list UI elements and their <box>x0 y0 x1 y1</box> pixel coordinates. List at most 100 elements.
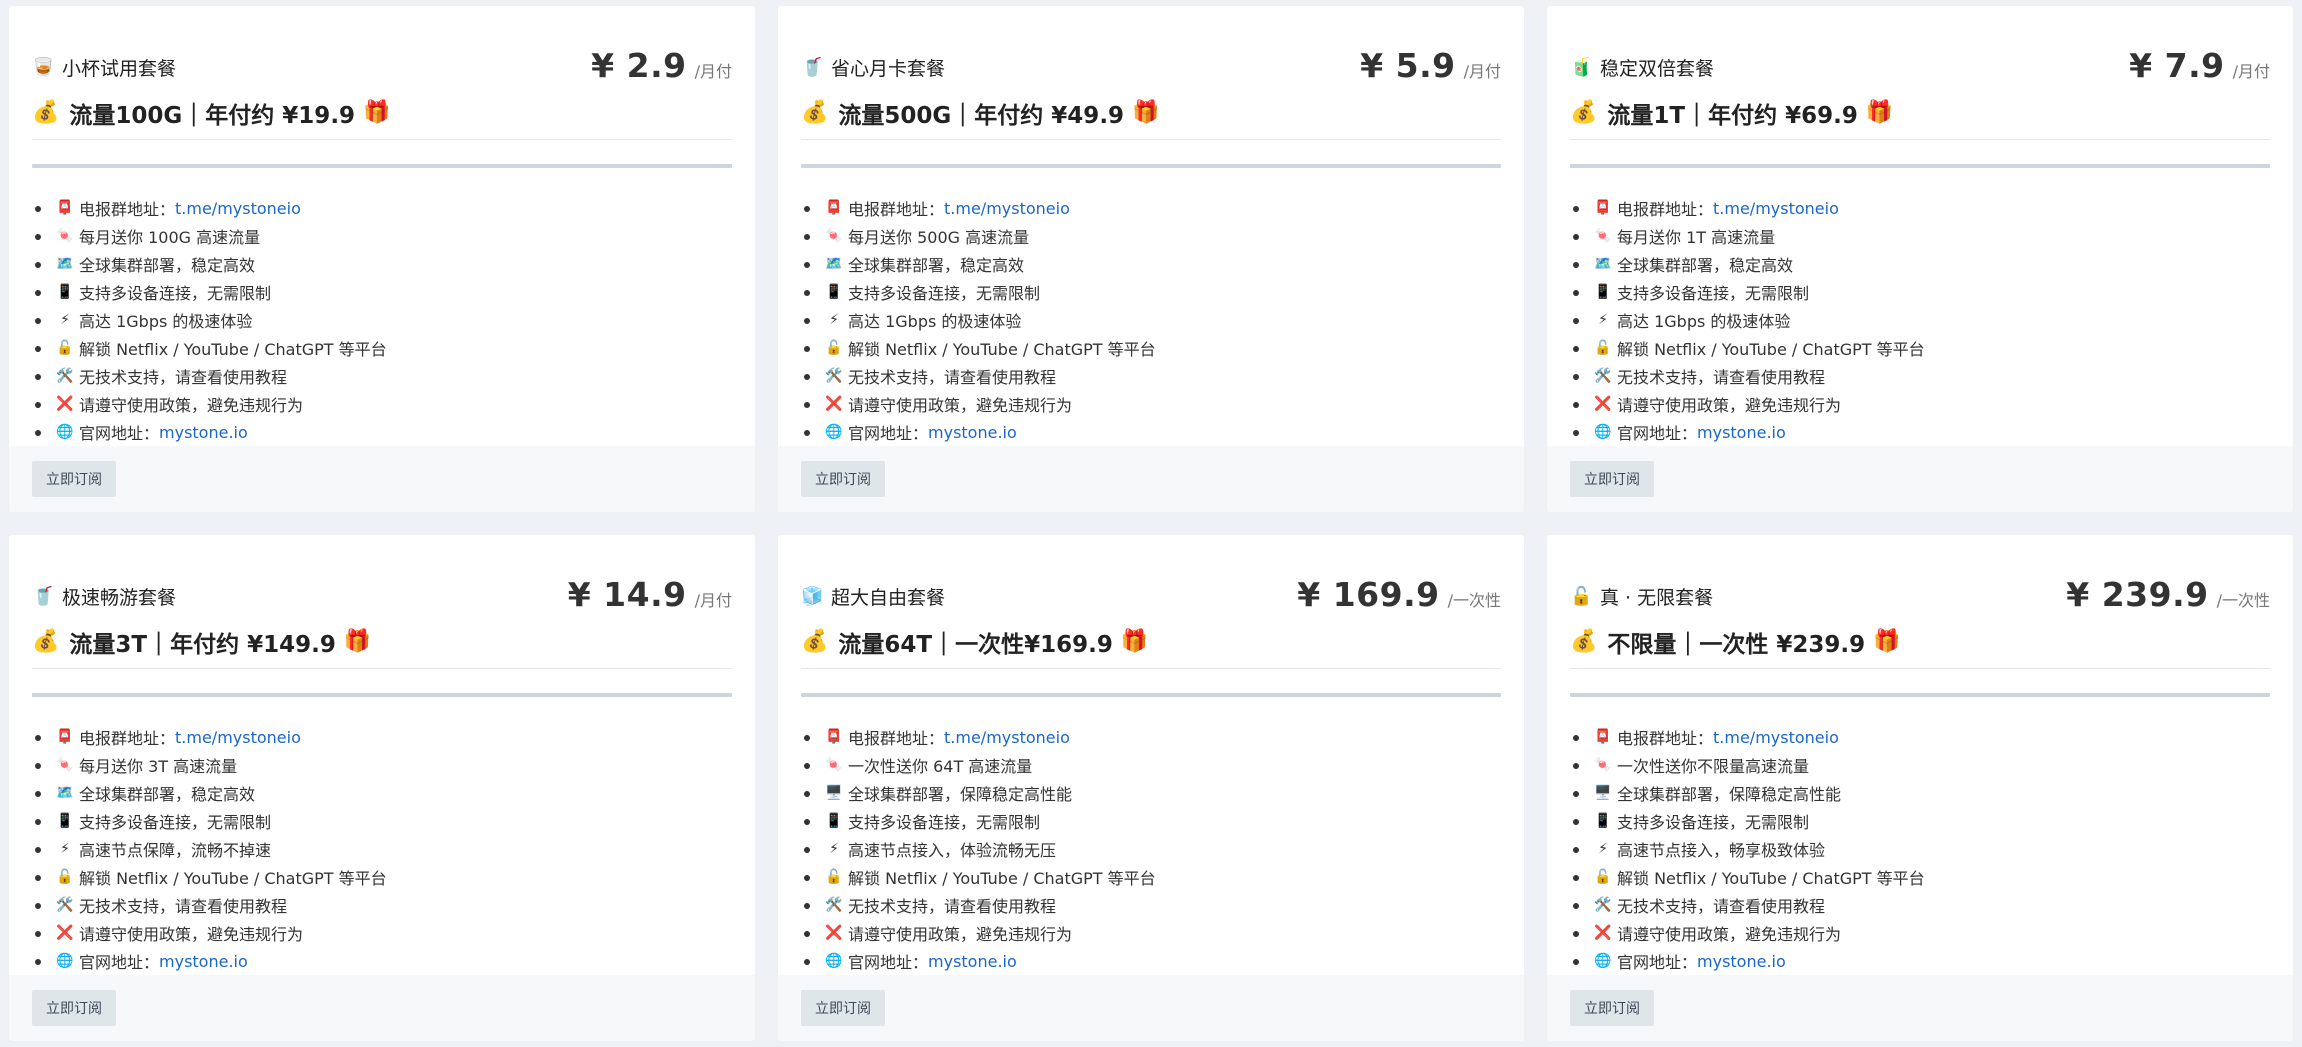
feature-item: 📱 支持多设备连接，无需限制 <box>804 278 1501 306</box>
pin-icon: 📮 <box>825 200 843 216</box>
cross-icon: ❌ <box>56 925 74 941</box>
feature-label: 请遵守使用政策，避免违规行为 <box>1617 396 1842 415</box>
feature-label: 支持多设备连接，无需限制 <box>79 813 272 832</box>
plan-footer: 立即订阅 <box>9 975 755 1041</box>
plan-price-group: ¥ 14.9 /月付 <box>568 575 732 614</box>
feature-label: 高达 1Gbps 的极速体验 <box>79 312 253 331</box>
feature-item: 📮 电报群地址： t.me/mystoneio <box>804 723 1501 751</box>
feature-label: 官网地址： <box>1617 424 1698 443</box>
feature-label: 解锁 Netflix / YouTube / ChatGPT 等平台 <box>1617 340 1925 359</box>
subscribe-button[interactable]: 立即订阅 <box>801 461 885 497</box>
plan-icon: 🥤 <box>801 56 824 78</box>
feature-link[interactable]: t.me/mystoneio <box>175 728 301 747</box>
feature-label: 每月送你 3T 高速流量 <box>79 757 238 776</box>
unlock-icon: 🔓 <box>56 340 74 356</box>
subscribe-button[interactable]: 立即订阅 <box>1570 461 1654 497</box>
feature-label: 每月送你 100G 高速流量 <box>79 228 261 247</box>
candy-icon: 🍬 <box>825 757 843 773</box>
feature-link[interactable]: t.me/mystoneio <box>944 728 1070 747</box>
feature-item: ❌ 请遵守使用政策，避免违规行为 <box>1573 390 2270 418</box>
feature-label: 请遵守使用政策，避免违规行为 <box>1617 925 1842 944</box>
plan-header: 🥤 省心月卡套餐 ¥ 5.9 /月付 <box>801 30 1501 85</box>
candy-icon: 🍬 <box>1594 757 1612 773</box>
globe-icon: 🌐 <box>825 953 843 969</box>
bolt-icon: ⚡ <box>829 841 839 857</box>
tools-icon: 🛠️ <box>56 368 74 384</box>
plan-period: /月付 <box>694 591 732 610</box>
feature-list: 📮 电报群地址： t.me/mystoneio 🍬 每月送你 1T 高速流量 🗺️ 全球集群… <box>1570 194 2270 446</box>
plan-title: 稳定双倍套餐 <box>1600 58 1715 80</box>
candy-icon: 🍬 <box>825 228 843 244</box>
plan-card-body: 🧃 稳定双倍套餐 ¥ 7.9 /月付 💰 流量1T｜年付约 ¥69.9 🎁 📮 电… <box>1547 6 2293 446</box>
plan-footer: 立即订阅 <box>1547 975 2293 1041</box>
feature-item: ⚡ 高达 1Gbps 的极速体验 <box>35 306 732 334</box>
money-bag-icon: 💰 <box>1570 629 1598 654</box>
globe-icon: 🌐 <box>56 953 74 969</box>
feature-link[interactable]: mystone.io <box>928 423 1017 442</box>
feature-link[interactable]: t.me/mystoneio <box>944 199 1070 218</box>
feature-label: 电报群地址： <box>1617 729 1714 748</box>
feature-link[interactable]: t.me/mystoneio <box>175 199 301 218</box>
bolt-icon: ⚡ <box>1598 841 1608 857</box>
unlock-icon: 🔓 <box>56 869 74 885</box>
feature-item: 📱 支持多设备连接，无需限制 <box>35 278 732 306</box>
plan-footer: 立即订阅 <box>778 446 1524 512</box>
feature-label: 官网地址： <box>1617 953 1698 972</box>
feature-item: ❌ 请遵守使用政策，避免违规行为 <box>1573 919 2270 947</box>
plan-headline: 💰 流量3T｜年付约 ¥149.9 🎁 <box>32 625 732 669</box>
feature-label: 请遵守使用政策，避免违规行为 <box>848 925 1073 944</box>
feature-link[interactable]: mystone.io <box>928 952 1017 971</box>
feature-link[interactable]: t.me/mystoneio <box>1713 199 1839 218</box>
map-icon: 🗺️ <box>56 256 74 272</box>
divider <box>1570 693 2270 697</box>
feature-link[interactable]: mystone.io <box>159 952 248 971</box>
feature-link[interactable]: t.me/mystoneio <box>1713 728 1839 747</box>
subscribe-button[interactable]: 立即订阅 <box>32 461 116 497</box>
plan-price: ¥ 169.9 <box>1297 575 1440 614</box>
feature-label: 每月送你 1T 高速流量 <box>1617 228 1776 247</box>
plan-price-group: ¥ 239.9 /一次性 <box>2066 575 2270 614</box>
feature-link[interactable]: mystone.io <box>1697 423 1786 442</box>
plan-card-body: 🥤 省心月卡套餐 ¥ 5.9 /月付 💰 流量500G｜年付约 ¥49.9 🎁 … <box>778 6 1524 446</box>
feature-label: 支持多设备连接，无需限制 <box>848 813 1041 832</box>
feature-link[interactable]: mystone.io <box>1697 952 1786 971</box>
feature-item: 🖥️ 全球集群部署，保障稳定高性能 <box>804 779 1501 807</box>
feature-link[interactable]: mystone.io <box>159 423 248 442</box>
feature-label: 官网地址： <box>848 424 929 443</box>
feature-label: 支持多设备连接，无需限制 <box>1617 284 1810 303</box>
map-icon: 🗺️ <box>56 785 74 801</box>
feature-label: 全球集群部署，保障稳定高性能 <box>848 785 1073 804</box>
plan-card-body: 🧊 超大自由套餐 ¥ 169.9 /一次性 💰 流量64T｜一次性¥169.9 … <box>778 535 1524 975</box>
plan-headline-text: 流量500G｜年付约 ¥49.9 <box>838 103 1125 129</box>
subscribe-button[interactable]: 立即订阅 <box>1570 990 1654 1026</box>
feature-label: 电报群地址： <box>848 200 945 219</box>
feature-item: 📮 电报群地址： t.me/mystoneio <box>35 194 732 222</box>
feature-item: ❌ 请遵守使用政策，避免违规行为 <box>35 919 732 947</box>
feature-list: 📮 电报群地址： t.me/mystoneio 🍬 每月送你 3T 高速流量 🗺️ 全球集群… <box>32 723 732 975</box>
feature-label: 支持多设备连接，无需限制 <box>1617 813 1810 832</box>
plan-card-body: 🥃 小杯试用套餐 ¥ 2.9 /月付 💰 流量100G｜年付约 ¥19.9 🎁 … <box>9 6 755 446</box>
plan-title: 小杯试用套餐 <box>62 58 177 80</box>
plan-footer: 立即订阅 <box>778 975 1524 1041</box>
unlock-icon: 🔓 <box>825 340 843 356</box>
subscribe-button[interactable]: 立即订阅 <box>801 990 885 1026</box>
feature-label: 全球集群部署，稳定高效 <box>79 785 256 804</box>
money-bag-icon: 💰 <box>32 100 60 125</box>
plan-headline-text: 流量64T｜一次性¥169.9 <box>838 632 1113 658</box>
feature-label: 解锁 Netflix / YouTube / ChatGPT 等平台 <box>848 340 1156 359</box>
plan-headline: 💰 流量64T｜一次性¥169.9 🎁 <box>801 625 1501 669</box>
feature-item: 🖥️ 全球集群部署，保障稳定高性能 <box>1573 779 2270 807</box>
plan-period: /月付 <box>1463 62 1501 81</box>
feature-item: 🌐 官网地址： mystone.io <box>804 947 1501 975</box>
feature-item: 🛠️ 无技术支持，请查看使用教程 <box>804 891 1501 919</box>
unlock-icon: 🔓 <box>1594 869 1612 885</box>
gift-icon: 🎁 <box>363 100 391 125</box>
phone-icon: 📱 <box>825 284 843 300</box>
subscribe-button[interactable]: 立即订阅 <box>32 990 116 1026</box>
plan-headline: 💰 流量100G｜年付约 ¥19.9 🎁 <box>32 96 732 140</box>
feature-list: 📮 电报群地址： t.me/mystoneio 🍬 每月送你 100G 高速流量 🗺️ 全球… <box>32 194 732 446</box>
feature-item: ⚡ 高达 1Gbps 的极速体验 <box>1573 306 2270 334</box>
divider <box>1570 164 2270 168</box>
pin-icon: 📮 <box>56 200 74 216</box>
plan-title-group: 🔓 真 · 无限套餐 <box>1570 583 1713 610</box>
